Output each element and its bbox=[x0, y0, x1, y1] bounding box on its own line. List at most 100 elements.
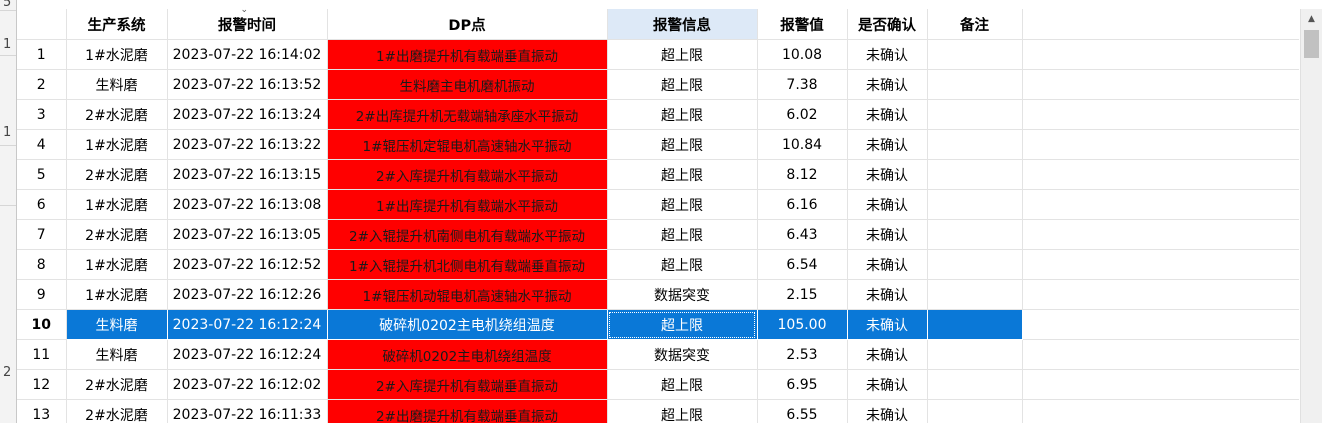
row-index-cell[interactable]: 6 bbox=[17, 189, 67, 220]
table-row[interactable]: 10 生料磨 2023-07-22 16:12:24 破碎机0202主电机绕组温度 超上… bbox=[17, 309, 1299, 340]
alarm-time-cell[interactable]: 2023-07-22 16:12:26 bbox=[167, 279, 328, 310]
dp-point-cell[interactable]: 2#入库提升机有载端水平振动 bbox=[327, 159, 608, 190]
row-index-cell[interactable]: 12 bbox=[17, 369, 67, 400]
vertical-scrollbar[interactable]: ▲ bbox=[1300, 9, 1322, 423]
dp-point-cell[interactable]: 1#辊压机定辊电机高速轴水平振动 bbox=[327, 129, 608, 160]
confirm-status-cell[interactable]: 未确认 bbox=[847, 339, 928, 370]
confirm-status-cell[interactable]: 未确认 bbox=[847, 399, 928, 423]
alarm-time-cell[interactable]: 2023-07-22 16:11:33 bbox=[167, 399, 328, 423]
alarm-value-cell[interactable]: 6.16 bbox=[757, 189, 848, 220]
remark-cell[interactable] bbox=[927, 189, 1023, 220]
dp-point-cell[interactable]: 1#辊压机动辊电机高速轴水平振动 bbox=[327, 279, 608, 310]
column-header-confirmed[interactable]: 是否确认 bbox=[847, 9, 928, 40]
column-header-info[interactable]: 报警信息 bbox=[607, 9, 758, 40]
alarm-info-cell[interactable]: 数据突变 bbox=[607, 339, 758, 370]
dp-point-cell[interactable]: 2#出磨提升机有载端垂直振动 bbox=[327, 399, 608, 423]
row-index-cell[interactable]: 8 bbox=[17, 249, 67, 280]
row-index-cell[interactable]: 4 bbox=[17, 129, 67, 160]
confirm-status-cell[interactable]: 未确认 bbox=[847, 39, 928, 70]
alarm-info-cell[interactable]: 超上限 bbox=[607, 69, 758, 100]
system-cell[interactable]: 1#水泥磨 bbox=[66, 279, 168, 310]
confirm-status-cell[interactable]: 未确认 bbox=[847, 69, 928, 100]
column-header-value[interactable]: 报警值 bbox=[757, 9, 848, 40]
remark-cell[interactable] bbox=[927, 399, 1023, 423]
system-cell[interactable]: 1#水泥磨 bbox=[66, 189, 168, 220]
alarm-time-cell[interactable]: 2023-07-22 16:13:05 bbox=[167, 219, 328, 250]
remark-cell[interactable] bbox=[927, 369, 1023, 400]
confirm-status-cell[interactable]: 未确认 bbox=[847, 129, 928, 160]
confirm-status-cell[interactable]: 未确认 bbox=[847, 369, 928, 400]
alarm-info-cell[interactable]: 超上限 bbox=[607, 369, 758, 400]
table-row[interactable]: 7 2#水泥磨 2023-07-22 16:13:05 2#入辊提升机南侧电机有载端水… bbox=[17, 219, 1299, 250]
remark-cell[interactable] bbox=[927, 219, 1023, 250]
alarm-info-cell[interactable]: 超上限 bbox=[607, 249, 758, 280]
column-header-index[interactable] bbox=[17, 9, 67, 40]
alarm-time-cell[interactable]: 2023-07-22 16:12:24 bbox=[167, 309, 328, 340]
row-index-cell[interactable]: 1 bbox=[17, 39, 67, 70]
alarm-value-cell[interactable]: 6.43 bbox=[757, 219, 848, 250]
table-row[interactable]: 9 1#水泥磨 2023-07-22 16:12:26 1#辊压机动辊电机高速轴水平振… bbox=[17, 279, 1299, 310]
table-row[interactable]: 3 2#水泥磨 2023-07-22 16:13:24 2#出库提升机无载端轴承座水平… bbox=[17, 99, 1299, 130]
remark-cell[interactable] bbox=[927, 129, 1023, 160]
table-row[interactable]: 1 1#水泥磨 2023-07-22 16:14:02 1#出磨提升机有载端垂直振动超… bbox=[17, 39, 1299, 70]
dp-point-cell[interactable]: 1#出库提升机有载端水平振动 bbox=[327, 189, 608, 220]
alarm-time-cell[interactable]: 2023-07-22 16:14:02 bbox=[167, 39, 328, 70]
alarm-value-cell[interactable]: 6.02 bbox=[757, 99, 848, 130]
dp-point-cell[interactable]: 破碎机0202主电机绕组温度 bbox=[327, 339, 608, 370]
table-row[interactable]: 2 生料磨 2023-07-22 16:13:52 生料磨主电机磨机振动 超上限 7.38… bbox=[17, 69, 1299, 100]
alarm-info-cell[interactable]: 超上限 bbox=[607, 129, 758, 160]
row-index-cell[interactable]: 11 bbox=[17, 339, 67, 370]
table-row[interactable]: 12 2#水泥磨 2023-07-22 16:12:02 2#入库提升机有载端垂直振动… bbox=[17, 369, 1299, 400]
system-cell[interactable]: 1#水泥磨 bbox=[66, 129, 168, 160]
table-row[interactable]: 13 2#水泥磨 2023-07-22 16:11:33 2#出磨提升机有载端垂直振动… bbox=[17, 399, 1299, 423]
dp-point-cell[interactable]: 2#出库提升机无载端轴承座水平振动 bbox=[327, 99, 608, 130]
dp-point-cell[interactable]: 破碎机0202主电机绕组温度 bbox=[327, 309, 608, 340]
system-cell[interactable]: 1#水泥磨 bbox=[66, 39, 168, 70]
confirm-status-cell[interactable]: 未确认 bbox=[847, 99, 928, 130]
alarm-value-cell[interactable]: 10.84 bbox=[757, 129, 848, 160]
remark-cell[interactable] bbox=[927, 99, 1023, 130]
alarm-time-cell[interactable]: 2023-07-22 16:12:52 bbox=[167, 249, 328, 280]
remark-cell[interactable] bbox=[927, 159, 1023, 190]
table-row[interactable]: 4 1#水泥磨 2023-07-22 16:13:22 1#辊压机定辊电机高速轴水平振… bbox=[17, 129, 1299, 160]
table-row[interactable]: 6 1#水泥磨 2023-07-22 16:13:08 1#出库提升机有载端水平振动超… bbox=[17, 189, 1299, 220]
alarm-time-cell[interactable]: 2023-07-22 16:13:22 bbox=[167, 129, 328, 160]
alarm-info-cell[interactable]: 数据突变 bbox=[607, 279, 758, 310]
alarm-value-cell[interactable]: 2.15 bbox=[757, 279, 848, 310]
system-cell[interactable]: 2#水泥磨 bbox=[66, 399, 168, 423]
column-header-dp[interactable]: DP点 bbox=[327, 9, 608, 40]
row-index-cell[interactable]: 2 bbox=[17, 69, 67, 100]
dp-point-cell[interactable]: 2#入辊提升机南侧电机有载端水平振动 bbox=[327, 219, 608, 250]
confirm-status-cell[interactable]: 未确认 bbox=[847, 159, 928, 190]
system-cell[interactable]: 1#水泥磨 bbox=[66, 249, 168, 280]
row-index-cell[interactable]: 7 bbox=[17, 219, 67, 250]
dp-point-cell[interactable]: 1#出磨提升机有载端垂直振动 bbox=[327, 39, 608, 70]
dp-point-cell[interactable]: 1#入辊提升机北侧电机有载端垂直振动 bbox=[327, 249, 608, 280]
alarm-info-cell[interactable]: 超上限 bbox=[607, 309, 758, 340]
alarm-value-cell[interactable]: 2.53 bbox=[757, 339, 848, 370]
table-row[interactable]: 8 1#水泥磨 2023-07-22 16:12:52 1#入辊提升机北侧电机有载端垂… bbox=[17, 249, 1299, 280]
scrollbar-thumb[interactable] bbox=[1304, 30, 1319, 58]
remark-cell[interactable] bbox=[927, 39, 1023, 70]
dp-point-cell[interactable]: 2#入库提升机有载端垂直振动 bbox=[327, 369, 608, 400]
remark-cell[interactable] bbox=[927, 339, 1023, 370]
alarm-info-cell[interactable]: 超上限 bbox=[607, 219, 758, 250]
row-index-cell[interactable]: 10 bbox=[17, 309, 67, 340]
column-header-remark[interactable]: 备注 bbox=[927, 9, 1023, 40]
remark-cell[interactable] bbox=[927, 309, 1023, 340]
row-index-cell[interactable]: 13 bbox=[17, 399, 67, 423]
confirm-status-cell[interactable]: 未确认 bbox=[847, 189, 928, 220]
alarm-time-cell[interactable]: 2023-07-22 16:13:52 bbox=[167, 69, 328, 100]
alarm-value-cell[interactable]: 10.08 bbox=[757, 39, 848, 70]
confirm-status-cell[interactable]: 未确认 bbox=[847, 279, 928, 310]
alarm-grid[interactable]: 生产系统 ⌄ 报警时间 DP点 报警信息 报警值 是否确认 备注 1 1#水泥磨 2… bbox=[17, 9, 1299, 423]
remark-cell[interactable] bbox=[927, 279, 1023, 310]
alarm-time-cell[interactable]: 2023-07-22 16:13:24 bbox=[167, 99, 328, 130]
confirm-status-cell[interactable]: 未确认 bbox=[847, 249, 928, 280]
alarm-time-cell[interactable]: 2023-07-22 16:12:24 bbox=[167, 339, 328, 370]
alarm-value-cell[interactable]: 6.55 bbox=[757, 399, 848, 423]
alarm-value-cell[interactable]: 105.00 bbox=[757, 309, 848, 340]
row-index-cell[interactable]: 9 bbox=[17, 279, 67, 310]
system-cell[interactable]: 2#水泥磨 bbox=[66, 99, 168, 130]
system-cell[interactable]: 2#水泥磨 bbox=[66, 219, 168, 250]
